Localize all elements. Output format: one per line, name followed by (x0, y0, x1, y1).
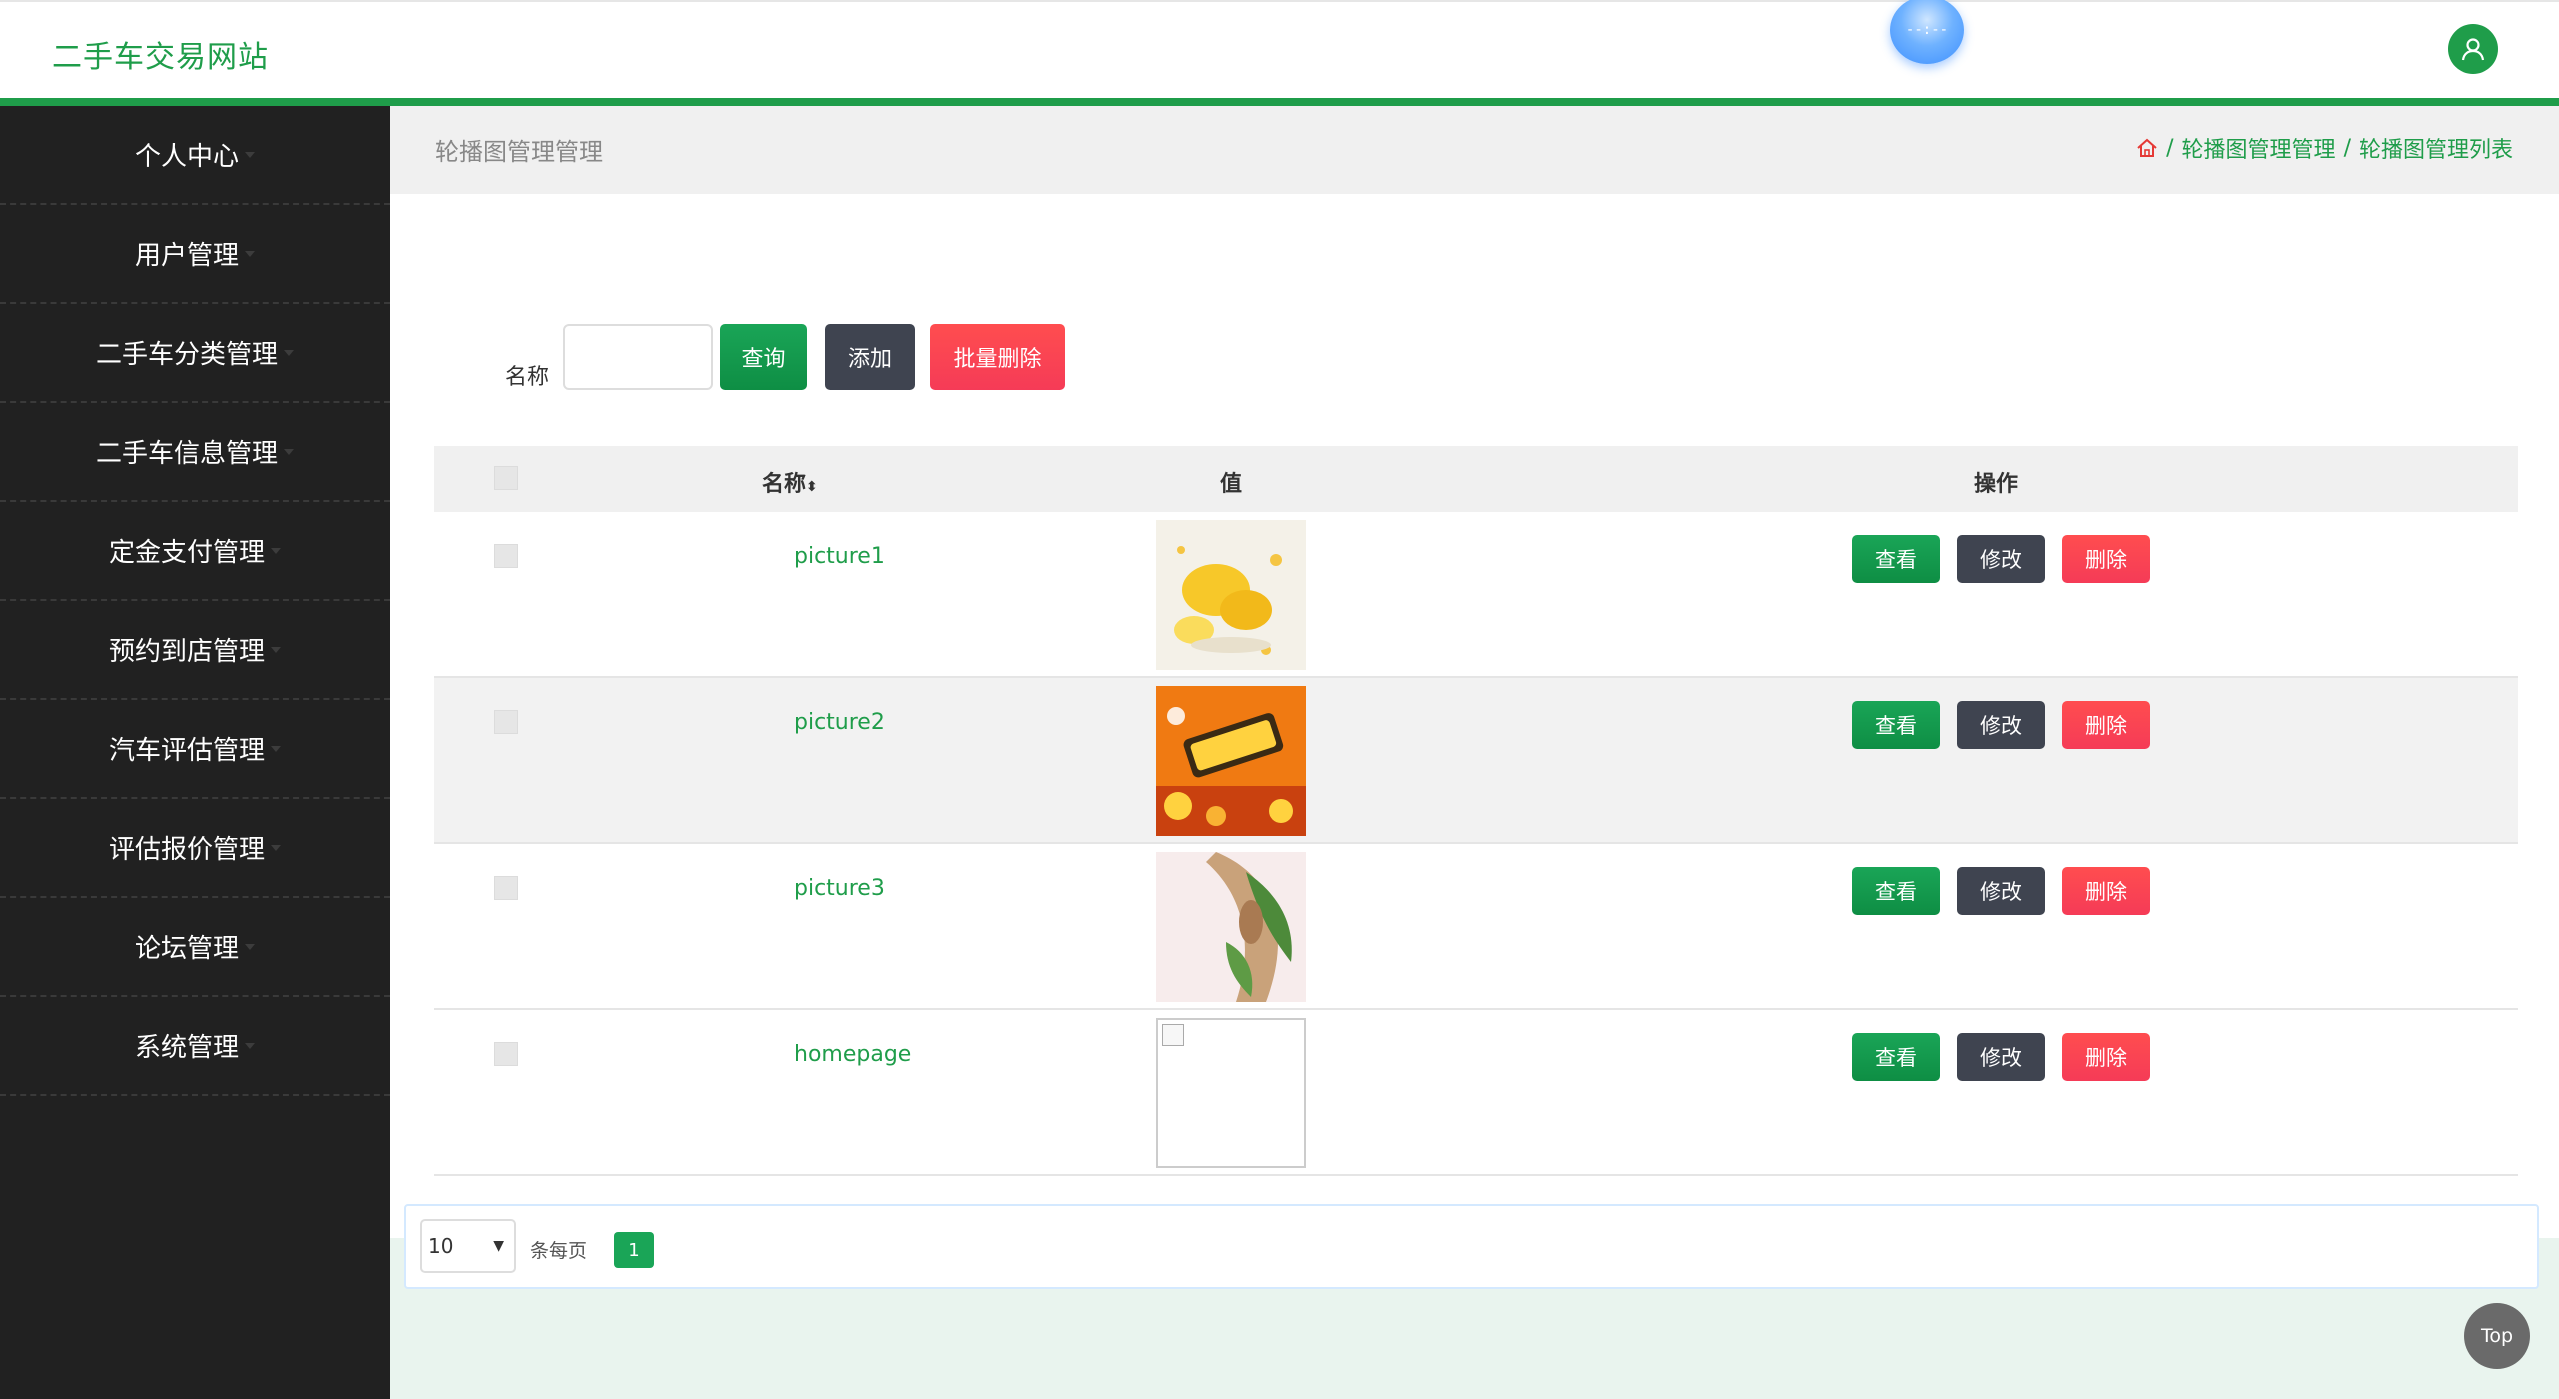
delete-button[interactable]: 删除 (2062, 701, 2150, 749)
row-checkbox[interactable] (494, 544, 518, 568)
broken-image-icon (1162, 1024, 1184, 1046)
sidebar-item-label: 系统管理 (134, 1033, 239, 1063)
table-header: 名称⬍ 值 操作 (434, 446, 2518, 512)
back-to-top-button[interactable]: Top (2464, 1303, 2530, 1369)
page-size-label: 条每页 (530, 1240, 588, 1262)
view-button[interactable]: 查看 (1852, 535, 1940, 583)
sidebar-item-deposit-payment[interactable]: 定金支付管理 (0, 502, 390, 601)
banner-thumbnail[interactable] (1156, 852, 1306, 1002)
select-all-checkbox[interactable] (494, 466, 518, 490)
chevron-down-icon (245, 250, 255, 257)
row-checkbox[interactable] (494, 1042, 518, 1066)
sidebar-item-evaluation-quote[interactable]: 评估报价管理 (0, 799, 390, 898)
sidebar-item-label: 用户管理 (134, 241, 239, 271)
chevron-down-icon (245, 943, 255, 950)
sidebar-item-label: 论坛管理 (134, 934, 239, 964)
page-size-select[interactable]: 10 ▼ (420, 1219, 516, 1273)
sidebar: 个人中心 用户管理 二手车分类管理 二手车信息管理 定金支付管理 预约到店管理 … (0, 106, 390, 1399)
breadcrumb-item: 轮播图管理列表 (2358, 138, 2513, 163)
home-icon[interactable] (2136, 138, 2158, 158)
sidebar-item-car-evaluation[interactable]: 汽车评估管理 (0, 700, 390, 799)
content-panel: 名称 查询 添加 批量删除 名称⬍ 值 操作 picture1 查看 修改 删除… (390, 194, 2559, 1289)
main-content: 轮播图管理管理 / 轮播图管理管理 / 轮播图管理列表 名称 查询 添加 批量删… (390, 106, 2559, 1399)
chevron-down-icon (284, 448, 294, 455)
name-search-input[interactable] (563, 324, 713, 390)
sidebar-item-label: 定金支付管理 (108, 538, 265, 568)
column-header-value: 值 (1220, 472, 1243, 497)
sidebar-item-system[interactable]: 系统管理 (0, 997, 390, 1096)
banner-thumbnail[interactable] (1156, 686, 1306, 836)
view-button[interactable]: 查看 (1852, 701, 1940, 749)
chevron-down-icon (245, 1042, 255, 1049)
top-bar: 二手车交易网站 --:-- (0, 0, 2559, 106)
table-row: picture3 查看 修改 删除 (434, 844, 2518, 1010)
column-header-name[interactable]: 名称⬍ (762, 466, 818, 498)
sidebar-item-label: 评估报价管理 (108, 835, 265, 865)
pagination: 10 ▼ 条每页 1 (404, 1204, 2539, 1289)
breadcrumb: / 轮播图管理管理 / 轮播图管理列表 (2136, 132, 2513, 164)
table-row: picture2 查看 修改 删除 (434, 678, 2518, 844)
clock-widget[interactable]: --:-- (1890, 0, 1964, 64)
breadcrumb-item[interactable]: 轮播图管理管理 (2182, 132, 2336, 164)
sidebar-item-label: 汽车评估管理 (108, 736, 265, 766)
sidebar-item-label: 预约到店管理 (108, 637, 265, 667)
user-avatar-button[interactable] (2448, 24, 2498, 74)
chevron-down-icon (271, 844, 281, 851)
sort-icon[interactable]: ⬍ (806, 479, 818, 495)
view-button[interactable]: 查看 (1852, 1033, 1940, 1081)
row-checkbox[interactable] (494, 710, 518, 734)
batch-delete-button[interactable]: 批量删除 (930, 324, 1065, 390)
add-button[interactable]: 添加 (825, 324, 915, 390)
table-row: homepage 查看 修改 删除 (434, 1010, 2518, 1176)
chevron-down-icon (271, 547, 281, 554)
sidebar-item-store-appointment[interactable]: 预约到店管理 (0, 601, 390, 700)
page-number-button[interactable]: 1 (614, 1232, 654, 1268)
sidebar-item-label: 二手车信息管理 (95, 439, 278, 469)
title-bar: 轮播图管理管理 / 轮播图管理管理 / 轮播图管理列表 (390, 106, 2559, 194)
column-header-label: 名称 (762, 472, 807, 497)
breadcrumb-separator: / (2166, 135, 2174, 161)
sidebar-item-forum[interactable]: 论坛管理 (0, 898, 390, 997)
page-size-value: 10 (428, 1234, 454, 1258)
sidebar-item-label: 二手车分类管理 (95, 340, 278, 370)
delete-button[interactable]: 删除 (2062, 535, 2150, 583)
sidebar-item-label: 个人中心 (134, 142, 239, 172)
sidebar-item-personal-center[interactable]: 个人中心 (0, 106, 390, 205)
search-label: 名称 (505, 365, 550, 390)
edit-button[interactable]: 修改 (1957, 867, 2045, 915)
edit-button[interactable]: 修改 (1957, 535, 2045, 583)
banner-thumbnail[interactable] (1156, 520, 1306, 670)
delete-button[interactable]: 删除 (2062, 1033, 2150, 1081)
sidebar-item-user-management[interactable]: 用户管理 (0, 205, 390, 304)
edit-button[interactable]: 修改 (1957, 1033, 2045, 1081)
row-checkbox[interactable] (494, 876, 518, 900)
chevron-down-icon (284, 349, 294, 356)
banner-table: 名称⬍ 值 操作 picture1 查看 修改 删除 picture2 查看 修… (434, 446, 2518, 1176)
table-row: picture1 查看 修改 删除 (434, 512, 2518, 678)
chevron-down-icon (271, 646, 281, 653)
chevron-down-icon (245, 151, 255, 158)
edit-button[interactable]: 修改 (1957, 701, 2045, 749)
sidebar-item-car-category[interactable]: 二手车分类管理 (0, 304, 390, 403)
chevron-down-icon: ▼ (493, 1238, 504, 1254)
user-icon (2461, 38, 2485, 61)
view-button[interactable]: 查看 (1852, 867, 1940, 915)
clock-text: --:-- (1905, 22, 1949, 38)
column-header-actions: 操作 (1974, 472, 2019, 497)
sidebar-item-car-info[interactable]: 二手车信息管理 (0, 403, 390, 502)
broken-image-thumbnail[interactable] (1156, 1018, 1306, 1168)
breadcrumb-separator: / (2343, 135, 2351, 161)
site-title: 二手车交易网站 (52, 40, 269, 75)
delete-button[interactable]: 删除 (2062, 867, 2150, 915)
page-title: 轮播图管理管理 (435, 138, 603, 166)
chevron-down-icon (271, 745, 281, 752)
query-button[interactable]: 查询 (720, 324, 807, 390)
